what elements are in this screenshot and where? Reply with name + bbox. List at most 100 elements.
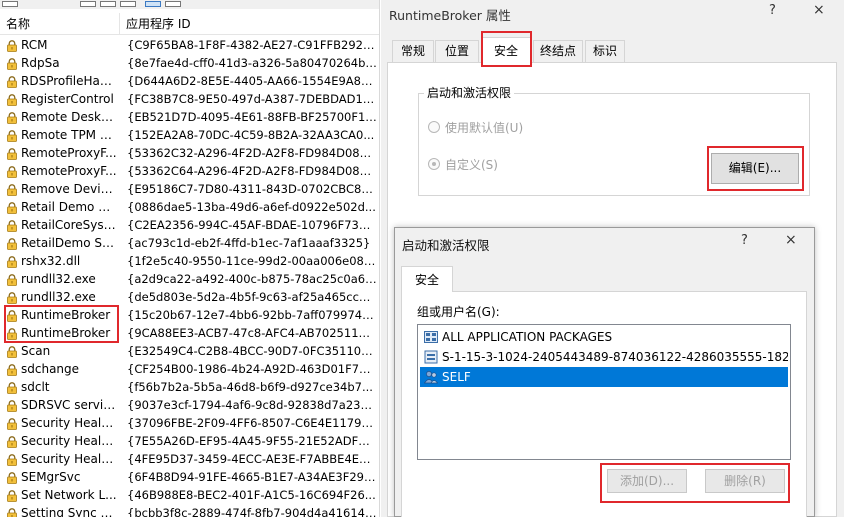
tab-endpoints[interactable]: 终结点	[533, 40, 583, 62]
table-row[interactable]: RdpSa {8e7fae4d-cff0-41d3-a326-5a80470264…	[0, 54, 379, 72]
lock-icon	[6, 111, 18, 124]
table-row[interactable]: RetailDemo Se... {ac793c1d-eb2f-4ffd-b1ec…	[0, 234, 379, 252]
app-name: Security Health...	[21, 416, 117, 430]
lock-icon	[6, 435, 18, 448]
radio-custom[interactable]	[428, 158, 440, 170]
lock-icon	[6, 471, 18, 484]
table-row[interactable]: Security Health... {7E55A26D-EF95-4A45-9F…	[0, 432, 379, 450]
list-item-all-application-packages[interactable]: ALL APPLICATION PACKAGES	[420, 327, 788, 347]
list-item-sid[interactable]: S-1-15-3-1024-2405443489-874036122-42860…	[420, 347, 788, 367]
table-row[interactable]: sdclt {f56b7b2a-5b5a-46d8-b6f9-d927ce34b7…	[0, 378, 379, 396]
help-button[interactable]: ?	[741, 233, 748, 248]
lock-icon	[6, 201, 18, 214]
toolbar-button[interactable]	[165, 1, 181, 7]
app-id: {1f2e5c40-9550-11ce-99d2-00aa006e086c}	[127, 254, 377, 268]
lock-icon	[6, 147, 18, 160]
table-row[interactable]: RegisterControl {FC38B7C8-9E50-497d-A387-…	[0, 90, 379, 108]
table-row[interactable]: Remove Device... {E95186C7-7D80-4311-843D…	[0, 180, 379, 198]
app-name: RemoteProxyF...	[21, 146, 117, 160]
tab-identity[interactable]: 标识	[585, 40, 625, 62]
table-row[interactable]: RuntimeBroker {9CA88EE3-ACB7-47c8-AFC4-AB…	[0, 324, 379, 342]
table-row[interactable]: rundll32.exe {a2d9ca22-a492-400c-b875-78a…	[0, 270, 379, 288]
table-row[interactable]: RuntimeBroker {15c20b67-12e7-4bb6-92bb-7a…	[0, 306, 379, 324]
help-button[interactable]: ?	[769, 3, 776, 18]
table-row[interactable]: Retail Demo U... {0886dae5-13ba-49d6-a6ef…	[0, 198, 379, 216]
table-row[interactable]: rshx32.dll {1f2e5c40-9550-11ce-99d2-00aa0…	[0, 252, 379, 270]
app-id: {46B988E8-BEC2-401F-A1C5-16C694F26...	[127, 488, 376, 502]
close-button[interactable]: ×	[813, 2, 825, 18]
column-header-appid[interactable]: 应用程序 ID	[120, 13, 379, 35]
toolbar-button[interactable]	[80, 1, 96, 7]
lock-icon	[6, 327, 18, 340]
lock-icon	[6, 309, 18, 322]
table-row[interactable]: Security Health... {37096FBE-2F09-4FF6-85…	[0, 414, 379, 432]
lock-icon	[6, 255, 18, 268]
list-rows: RCM {C9F65BA8-1F8F-4382-AE27-C91FFB2927..…	[0, 36, 379, 517]
user-list[interactable]: ALL APPLICATION PACKAGES S-1-15-3-1024-2…	[417, 324, 791, 460]
app-id: {FC38B7C8-9E50-497d-A387-7DEBDAD14...	[127, 92, 377, 106]
table-row[interactable]: RetailCoreSyst... {C2EA2356-994C-45AF-BDA…	[0, 216, 379, 234]
app-name: sdchange	[21, 362, 80, 376]
lock-icon	[6, 345, 18, 358]
app-name: Remove Device...	[21, 182, 117, 196]
app-name: rshx32.dll	[21, 254, 81, 268]
lock-icon	[6, 291, 18, 304]
tab-security[interactable]: 安全	[401, 266, 453, 292]
table-row[interactable]: RemoteProxyF... {53362C32-A296-4F2D-A2F8-…	[0, 144, 379, 162]
app-id: {ac793c1d-eb2f-4ffd-b1ec-7af1aaaf3325}	[127, 236, 371, 250]
table-row[interactable]: Set Network L... {46B988E8-BEC2-401F-A1C5…	[0, 486, 379, 504]
app-name: sdclt	[21, 380, 50, 394]
tab-general[interactable]: 常规	[392, 40, 434, 62]
tab-location[interactable]: 位置	[435, 40, 479, 62]
remove-button[interactable]: 删除(R)	[705, 469, 785, 493]
table-row[interactable]: Remote TPM V... {152EA2A8-70DC-4C59-8B2A-…	[0, 126, 379, 144]
lock-icon	[6, 273, 18, 286]
lock-icon	[6, 129, 18, 142]
lock-icon	[6, 183, 18, 196]
table-row[interactable]: Security Health... {4FE95D37-3459-4ECC-AE…	[0, 450, 379, 468]
lock-icon	[6, 237, 18, 250]
app-name: RemoteProxyF...	[21, 164, 117, 178]
table-row[interactable]: Scan {E32549C4-C2B8-4BCC-90D7-0FC351109..…	[0, 342, 379, 360]
tab-security[interactable]: 安全	[481, 37, 531, 63]
radio-use-default-label: 使用默认值(U)	[445, 121, 524, 135]
radio-use-default[interactable]	[428, 121, 440, 133]
table-row[interactable]: rundll32.exe {de5d803e-5d2a-4b5f-9c63-af2…	[0, 288, 379, 306]
list-item-self[interactable]: SELF	[420, 367, 788, 387]
toolbar-button[interactable]	[120, 1, 136, 7]
add-button[interactable]: 添加(D)...	[607, 469, 687, 493]
dcom-application-list: 名称 应用程序 ID RCM {C9F65BA8-1F8F-4382-AE27-C…	[0, 0, 380, 517]
table-row[interactable]: sdchange {CF254B00-1986-4b24-A92D-463D01F…	[0, 360, 379, 378]
column-header-name[interactable]: 名称	[0, 13, 120, 35]
toolbar-button[interactable]	[2, 1, 18, 7]
table-row[interactable]: SEMgrSvc {6F4B8D94-91FE-4665-B1E7-A34AE3F…	[0, 468, 379, 486]
app-id: {6F4B8D94-91FE-4665-B1E7-A34AE3F299...	[127, 470, 377, 484]
lock-icon	[6, 417, 18, 430]
list-header: 名称 应用程序 ID	[0, 13, 379, 35]
dialog-title: 启动和激活权限	[402, 238, 490, 253]
toolbar-button[interactable]	[100, 1, 116, 7]
table-row[interactable]: RDSProfileHan... {D644A6D2-8E5E-4405-AA66…	[0, 72, 379, 90]
app-id: {53362C32-A296-4F2D-A2F8-FD984D083...	[127, 146, 377, 160]
app-name: RetailDemo Se...	[21, 236, 117, 250]
close-button[interactable]: ×	[785, 232, 797, 248]
lock-icon	[6, 489, 18, 502]
app-name: RetailCoreSyst...	[21, 218, 117, 232]
users-icon	[423, 370, 439, 384]
table-row[interactable]: Setting Sync Ta... {bcbb3f8c-2889-474f-8f…	[0, 504, 379, 517]
app-id: {9CA88EE3-ACB7-47c8-AFC4-AB702511C...	[127, 326, 377, 340]
window-title: RuntimeBroker 属性	[389, 8, 511, 23]
packages-icon	[424, 330, 438, 344]
app-name: Security Health...	[21, 452, 117, 466]
app-name: RegisterControl	[21, 92, 114, 106]
table-row[interactable]: SDRSVC service {9037e3cf-1794-4af6-9c8d-9…	[0, 396, 379, 414]
sid-icon	[424, 350, 438, 364]
app-id: {152EA2A8-70DC-4C59-8B2A-32AA3CA0...	[127, 128, 375, 142]
table-row[interactable]: RCM {C9F65BA8-1F8F-4382-AE27-C91FFB2927..…	[0, 36, 379, 54]
table-row[interactable]: Remote Deskt... {EB521D7D-4095-4E61-88FB-…	[0, 108, 379, 126]
lock-icon	[6, 93, 18, 106]
edit-button[interactable]: 编辑(E)...	[711, 153, 799, 184]
toolbar-button[interactable]	[145, 1, 161, 7]
table-row[interactable]: RemoteProxyF... {53362C64-A296-4F2D-A2F8-…	[0, 162, 379, 180]
lock-icon	[6, 219, 18, 232]
